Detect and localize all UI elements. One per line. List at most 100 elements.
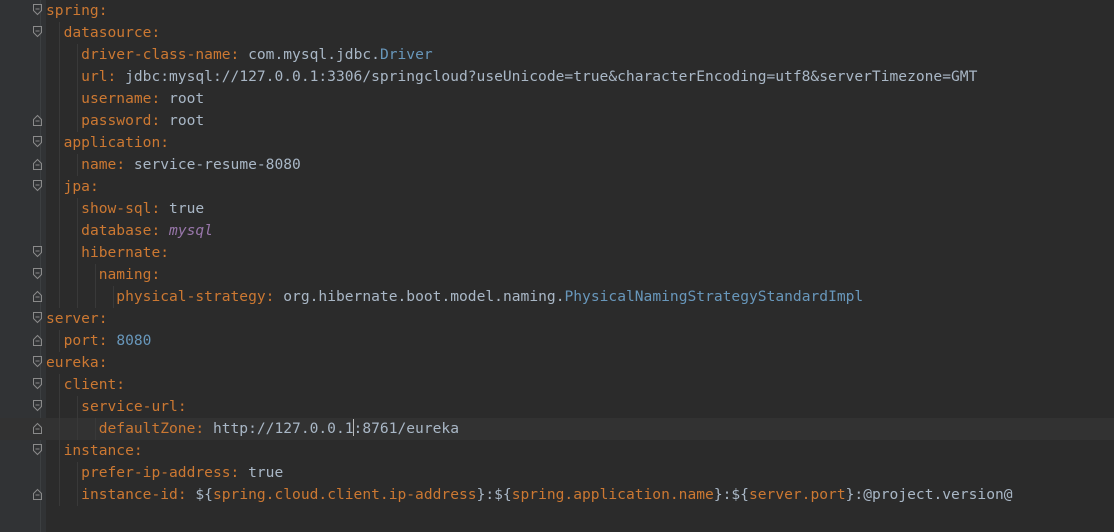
code-line[interactable]: datasource: [0,22,1114,44]
code-text[interactable]: eureka: [46,352,108,374]
code-line[interactable]: service-url: [0,396,1114,418]
yaml-value: http://127.0.0.1 [212,420,354,437]
code-line[interactable]: hibernate: [0,242,1114,264]
code-text[interactable]: username: root [46,88,204,110]
yaml-separator: : [151,112,170,129]
yaml-value-segment: model [450,288,495,305]
code-line[interactable]: database: mysql [0,220,1114,242]
code-line[interactable]: eureka: [0,352,1114,374]
code-line[interactable]: password: root [0,110,1114,132]
fold-open-icon[interactable] [33,246,42,258]
yaml-key: client [63,376,117,393]
yaml-key: password [81,112,152,129]
code-text[interactable]: driver-class-name: com.mysql.jdbc.Driver [46,44,433,66]
yaml-template-part: }:${ [713,486,749,503]
code-line[interactable]: application: [0,132,1114,154]
code-text[interactable]: port: 8080 [46,330,152,352]
code-text[interactable]: server: [46,308,108,330]
code-text[interactable]: client: [46,374,126,396]
code-line[interactable]: name: service-resume-8080 [0,154,1114,176]
code-text[interactable]: datasource: [46,22,161,44]
fold-close-icon[interactable] [33,114,42,126]
fold-close-icon[interactable] [33,488,42,500]
code-line[interactable]: url: jdbc:mysql://127.0.0.1:3306/springc… [0,66,1114,88]
code-line[interactable]: instance: [0,440,1114,462]
code-line[interactable]: driver-class-name: com.mysql.jdbc.Driver [0,44,1114,66]
yaml-separator: : [160,134,170,151]
yaml-value: true [248,464,284,481]
code-line[interactable]: prefer-ip-address: true [0,462,1114,484]
yaml-value-segment: PhysicalNamingStrategyStandardImpl [564,288,864,305]
code-text[interactable]: naming: [46,264,161,286]
code-text[interactable]: service-url: [46,396,186,418]
fold-open-icon[interactable] [33,312,42,324]
code-line[interactable]: instance-id: ${spring.cloud.client.ip-ad… [0,484,1114,506]
yaml-key: physical-strategy [116,288,266,305]
code-editor[interactable]: spring: datasource: driver-class-name: c… [0,0,1114,532]
code-line[interactable]: spring: [0,0,1114,22]
code-text[interactable]: name: service-resume-8080 [46,154,301,176]
code-text[interactable]: show-sql: true [46,198,204,220]
yaml-key: spring [46,2,99,19]
yaml-value: service-resume-8080 [133,156,301,173]
code-text[interactable]: instance: [46,440,143,462]
yaml-dot: . [274,46,284,63]
code-text[interactable]: instance-id: ${spring.cloud.client.ip-ad… [46,484,1013,506]
fold-close-icon[interactable] [33,158,42,170]
code-line[interactable]: naming: [0,264,1114,286]
code-line[interactable]: username: root [0,88,1114,110]
yaml-key: naming [98,266,152,283]
fold-open-icon[interactable] [33,26,42,38]
yaml-key: show-sql [81,200,152,217]
fold-open-icon[interactable] [33,444,42,456]
code-line[interactable]: physical-strategy: org.hibernate.boot.mo… [0,286,1114,308]
yaml-key: database [81,222,152,239]
fold-close-icon[interactable] [33,422,42,434]
code-text[interactable]: password: root [46,110,204,132]
code-text[interactable]: application: [46,132,169,154]
code-text[interactable]: physical-strategy: org.hibernate.boot.mo… [46,286,863,308]
code-line[interactable]: port: 8080 [0,330,1114,352]
code-text[interactable]: prefer-ip-address: true [46,462,283,484]
fold-open-icon[interactable] [33,180,42,192]
yaml-separator: : [151,90,170,107]
code-line[interactable]: client: [0,374,1114,396]
code-line[interactable]: jpa: [0,176,1114,198]
code-line[interactable]: server: [0,308,1114,330]
code-text[interactable]: hibernate: [46,242,169,264]
yaml-value-segment: naming [502,288,556,305]
fold-open-icon[interactable] [33,378,42,390]
yaml-separator: : [230,46,249,63]
fold-open-icon[interactable] [33,268,42,280]
fold-close-icon[interactable] [33,334,42,346]
yaml-key: defaultZone [98,420,196,437]
yaml-template-part: }:${ [476,486,512,503]
yaml-dot: . [371,46,380,63]
fold-open-icon[interactable] [33,400,42,412]
yaml-template-part: }:@project.version@ [845,486,1013,503]
yaml-template-part: server.port [748,486,846,503]
code-text[interactable]: defaultZone: http://127.0.0.1:8761/eurek… [46,418,459,440]
yaml-key: driver-class-name [81,46,231,63]
code-text[interactable]: spring: [46,0,108,22]
fold-open-icon[interactable] [33,356,42,368]
yaml-key: server [46,310,99,327]
code-text[interactable]: jpa: [46,176,99,198]
code-line[interactable]: defaultZone: http://127.0.0.1:8761/eurek… [0,418,1114,440]
yaml-separator: : [98,332,117,349]
code-line[interactable]: show-sql: true [0,198,1114,220]
fold-close-icon[interactable] [33,290,42,302]
yaml-dot: . [327,46,336,63]
code-text[interactable]: url: jdbc:mysql://127.0.0.1:3306/springc… [46,66,977,88]
yaml-separator: : [151,24,161,41]
yaml-separator: : [98,310,108,327]
yaml-key: jpa [63,178,90,195]
code-text[interactable]: database: mysql [46,220,213,242]
fold-open-icon[interactable] [33,136,42,148]
yaml-key: instance-id [81,486,178,503]
yaml-value-segment: jdbc [336,46,372,63]
fold-open-icon[interactable] [33,4,42,16]
yaml-separator: : [151,200,170,217]
yaml-separator: : [116,376,126,393]
yaml-separator: : [116,156,134,173]
